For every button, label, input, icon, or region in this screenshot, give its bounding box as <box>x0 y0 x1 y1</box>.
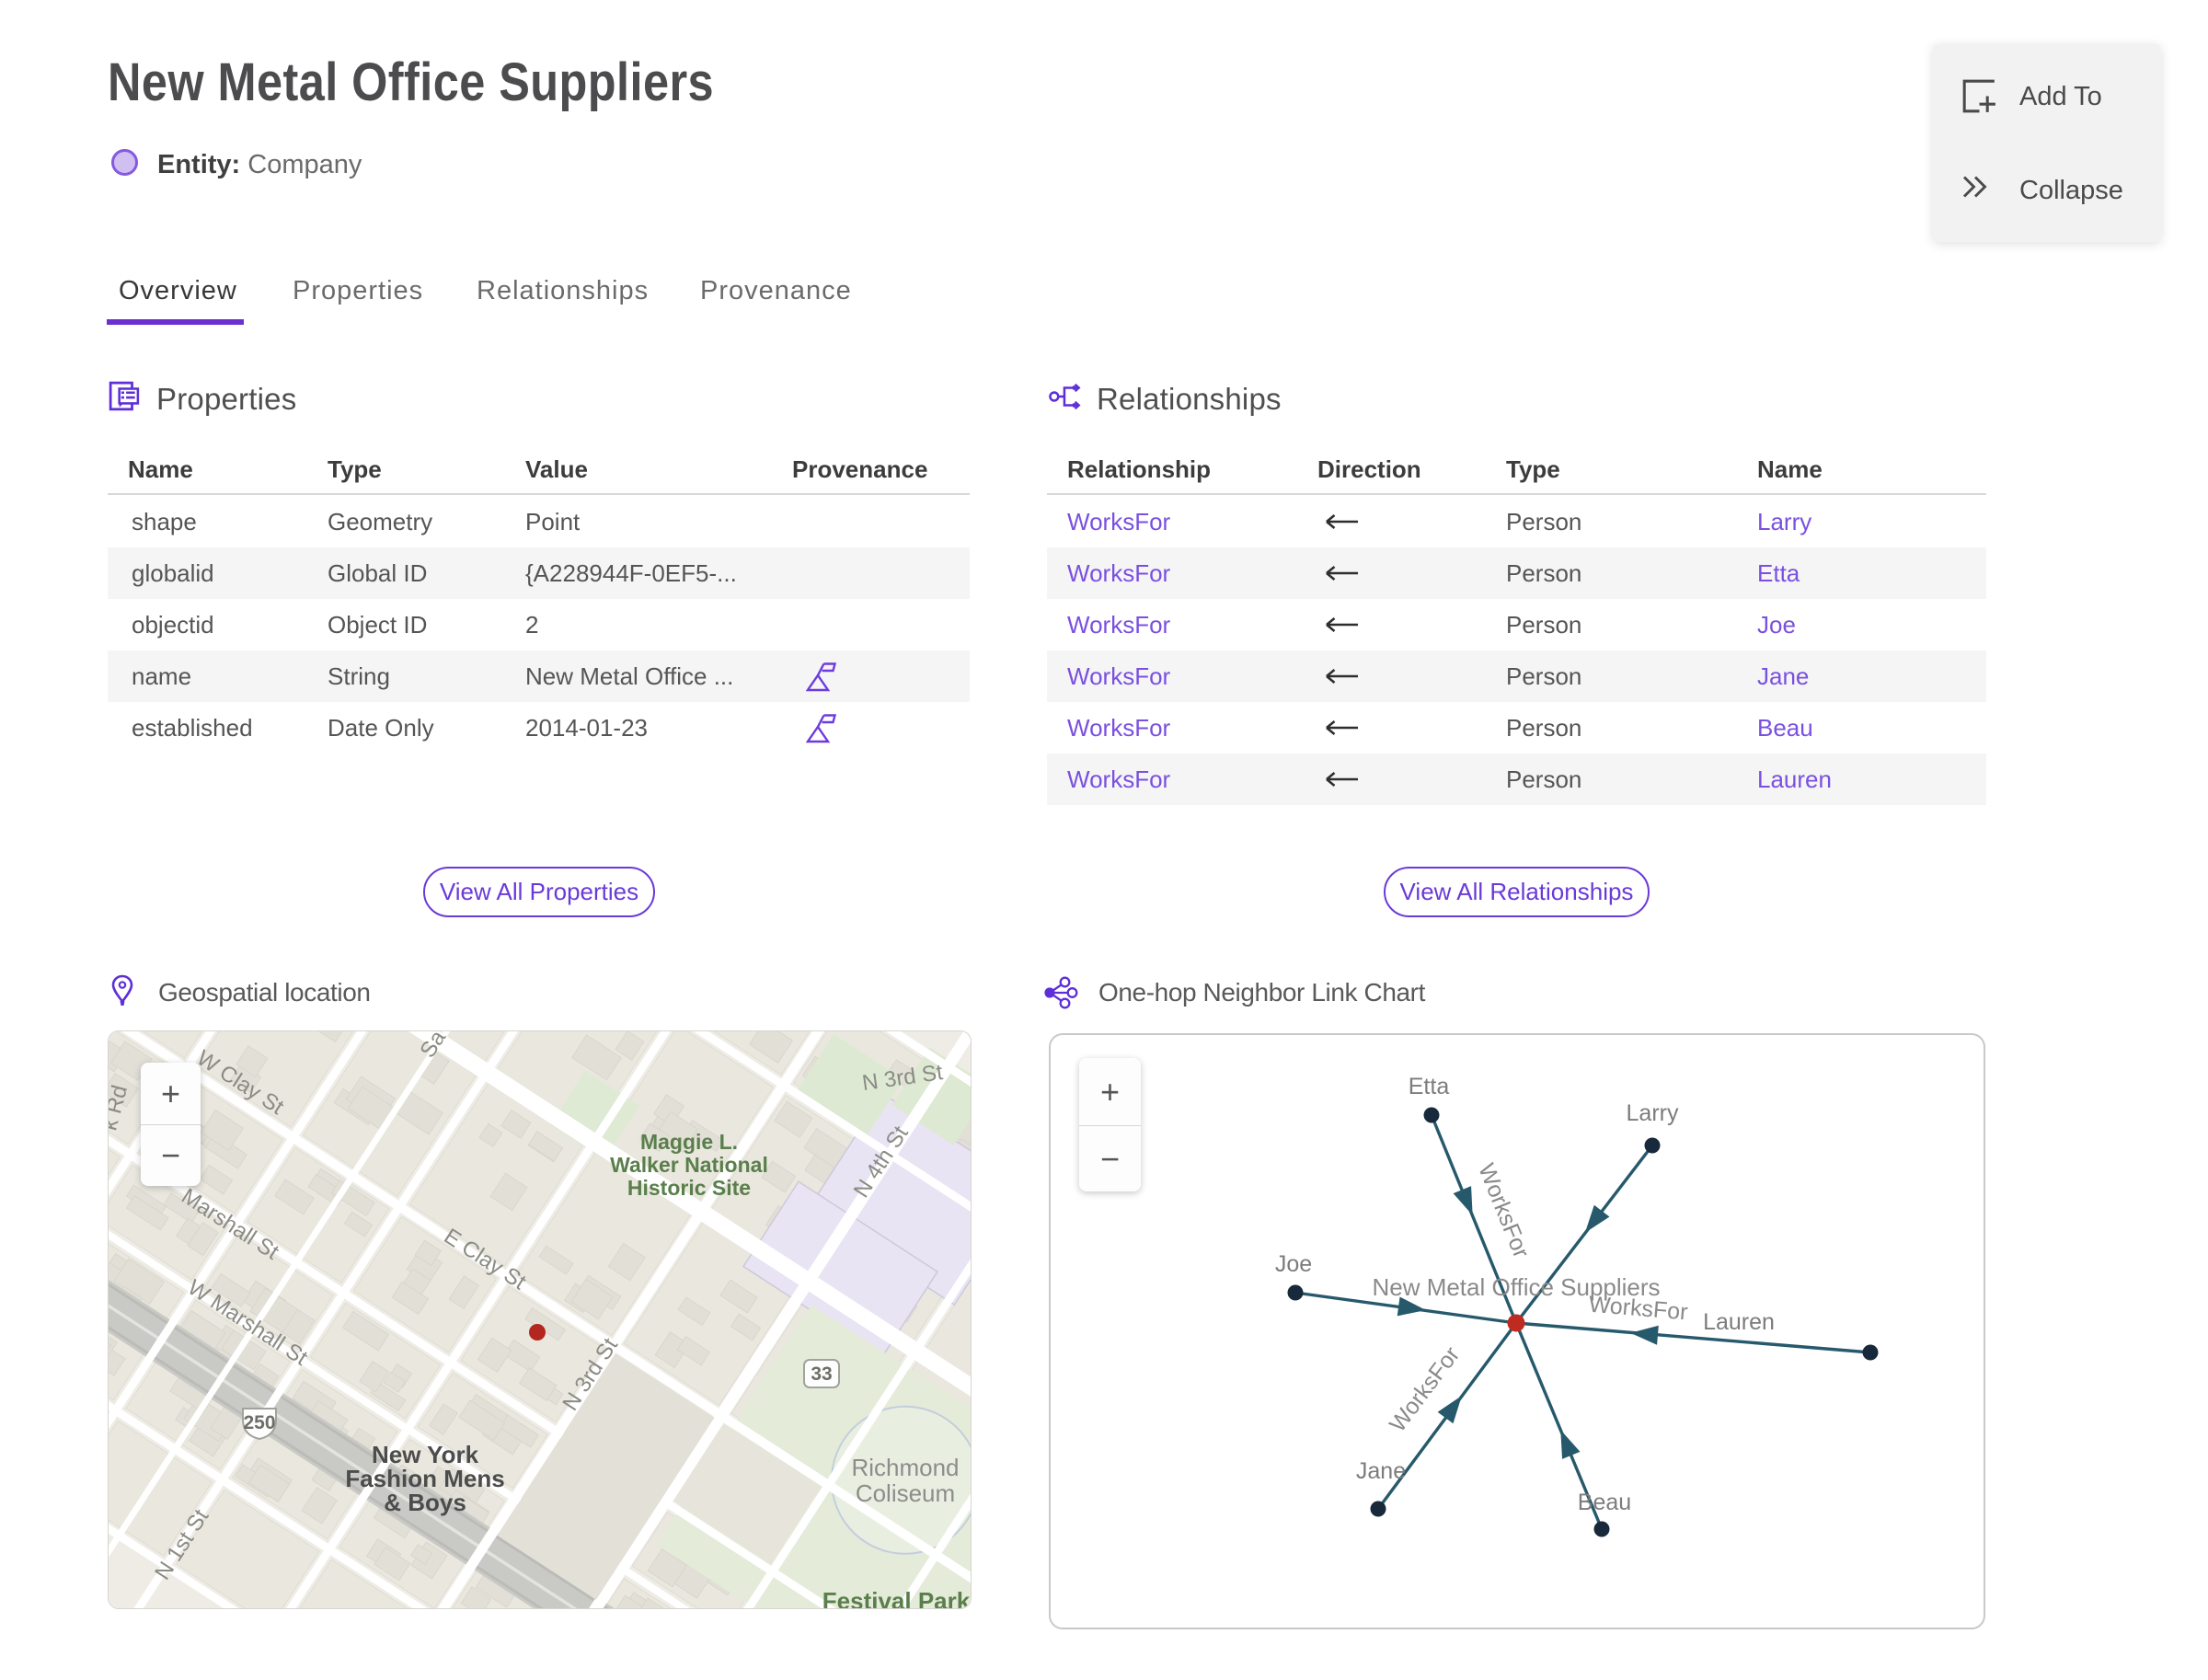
svg-text:Historic Site: Historic Site <box>627 1176 751 1200</box>
svg-text:Lauren: Lauren <box>1703 1309 1775 1335</box>
svg-text:Maggie L.: Maggie L. <box>640 1130 738 1154</box>
svg-text:Festival Park: Festival Park <box>822 1587 971 1609</box>
svg-text:Larry: Larry <box>1627 1100 1679 1126</box>
svg-text:Richmond: Richmond <box>851 1454 959 1481</box>
svg-text:Joe: Joe <box>1275 1251 1312 1277</box>
svg-text:Jane: Jane <box>1356 1458 1406 1484</box>
svg-text:250: 250 <box>243 1412 275 1433</box>
svg-text:Beau: Beau <box>1578 1490 1631 1515</box>
svg-text:Walker National: Walker National <box>610 1153 768 1177</box>
svg-text:Etta: Etta <box>1409 1074 1450 1099</box>
svg-text:Coliseum: Coliseum <box>856 1479 955 1507</box>
svg-text:33: 33 <box>811 1364 832 1385</box>
svg-text:& Boys: & Boys <box>384 1489 466 1516</box>
